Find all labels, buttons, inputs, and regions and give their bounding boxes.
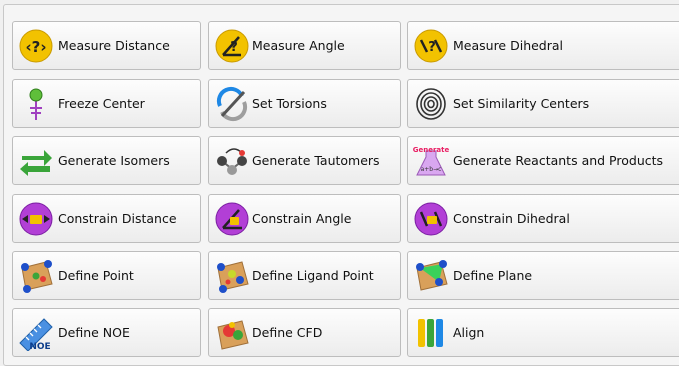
define-cfd-label: Define CFD xyxy=(252,325,323,340)
align-icon xyxy=(413,315,449,351)
generate-isomers-label: Generate Isomers xyxy=(58,153,170,168)
constrain-distance-label: Constrain Distance xyxy=(58,211,177,226)
constrain-dihedral-button[interactable]: Constrain Dihedral xyxy=(407,194,679,243)
constrain-dihedral-icon xyxy=(413,201,449,237)
constrain-angle-button[interactable]: Constrain Angle xyxy=(208,194,401,243)
define-plane-label: Define Plane xyxy=(453,268,533,283)
define-ligand-point-button[interactable]: Define Ligand Point xyxy=(208,251,401,300)
generate-reactants-products-button[interactable]: Generate a+b→c Generate Reactants and Pro… xyxy=(407,136,679,185)
define-noe-label: Define NOE xyxy=(58,325,130,340)
define-plane-icon xyxy=(413,258,449,294)
define-ligand-point-label: Define Ligand Point xyxy=(252,268,374,283)
measure-distance-label: Measure Distance xyxy=(58,38,170,53)
freeze-center-icon xyxy=(18,86,54,122)
constrain-dihedral-label: Constrain Dihedral xyxy=(453,211,570,226)
measure-angle-label: Measure Angle xyxy=(252,38,345,53)
measure-dihedral-button[interactable]: ? Measure Dihedral xyxy=(407,21,679,70)
define-point-button[interactable]: Define Point xyxy=(12,251,201,300)
define-noe-button[interactable]: NOE Define NOE xyxy=(12,308,201,357)
measure-distance-button[interactable]: ‹?› Measure Distance xyxy=(12,21,201,70)
set-torsions-button[interactable]: Set Torsions xyxy=(208,79,401,128)
define-cfd-icon xyxy=(214,315,250,351)
set-similarity-centers-label: Set Similarity Centers xyxy=(453,96,590,111)
define-ligand-point-icon xyxy=(214,258,250,294)
measure-angle-button[interactable]: ? Measure Angle xyxy=(208,21,401,70)
align-label: Align xyxy=(453,325,485,340)
svg-text:‹?›: ‹?› xyxy=(25,38,46,56)
flask-formula-text: a+b→c xyxy=(421,166,442,173)
noe-text: NOE xyxy=(29,342,50,351)
set-torsions-icon xyxy=(214,86,250,122)
svg-text:?: ? xyxy=(428,40,436,55)
define-point-label: Define Point xyxy=(58,268,134,283)
generate-reactants-products-label: Generate Reactants and Products xyxy=(453,153,664,168)
set-torsions-label: Set Torsions xyxy=(252,96,327,111)
constrain-distance-icon xyxy=(18,201,54,237)
constrain-distance-button[interactable]: Constrain Distance xyxy=(12,194,201,243)
constrain-angle-icon xyxy=(214,201,250,237)
generate-tautomers-icon xyxy=(214,143,250,179)
generate-isomers-button[interactable]: Generate Isomers xyxy=(12,136,201,185)
align-button[interactable]: Align xyxy=(407,308,679,357)
constrain-angle-label: Constrain Angle xyxy=(252,211,352,226)
define-plane-button[interactable]: Define Plane xyxy=(407,251,679,300)
define-cfd-button[interactable]: Define CFD xyxy=(208,308,401,357)
generate-flask-icon: Generate a+b→c xyxy=(413,143,449,179)
freeze-center-label: Freeze Center xyxy=(58,96,145,111)
define-point-icon xyxy=(18,258,54,294)
generate-tautomers-label: Generate Tautomers xyxy=(252,153,380,168)
fingerprint-icon xyxy=(413,86,449,122)
measure-distance-icon: ‹?› xyxy=(18,28,54,64)
measure-dihedral-icon: ? xyxy=(413,28,449,64)
flask-generate-text: Generate xyxy=(413,146,449,154)
svg-text:?: ? xyxy=(230,40,238,55)
generate-isomers-icon xyxy=(18,143,54,179)
define-noe-icon: NOE xyxy=(18,315,54,351)
freeze-center-button[interactable]: Freeze Center xyxy=(12,79,201,128)
generate-tautomers-button[interactable]: Generate Tautomers xyxy=(208,136,401,185)
set-similarity-centers-button[interactable]: Set Similarity Centers xyxy=(407,79,679,128)
measure-angle-icon: ? xyxy=(214,28,250,64)
measure-dihedral-label: Measure Dihedral xyxy=(453,38,564,53)
